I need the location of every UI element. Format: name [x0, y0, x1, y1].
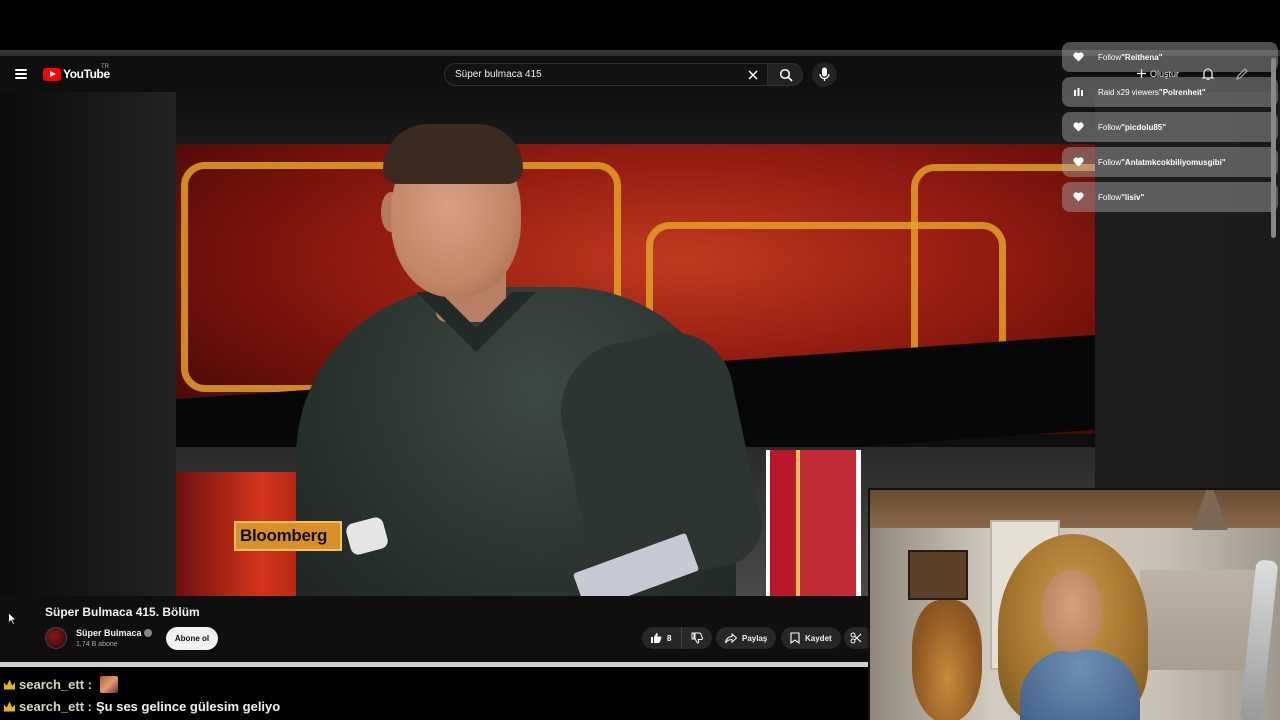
chat-emote-icon — [99, 676, 118, 693]
video-title: Süper Bulmaca 415. Bölüm — [45, 605, 200, 619]
heart-icon — [1073, 157, 1084, 169]
webcam-shelf — [1140, 570, 1260, 670]
alert-prefix: Follow — [1098, 52, 1122, 62]
streamer-face — [1042, 570, 1102, 652]
chat-message: search_ett : Şu ses gelince gülesim geli… — [4, 699, 280, 714]
thumbs-up-icon — [651, 633, 662, 643]
stream-alerts-panel: Follow "Reithena" Raid x29 viewers "Polr… — [1062, 42, 1278, 217]
alert-name: "Anlatmkcokbiliyomusgibi" — [1121, 157, 1226, 167]
alert-prefix: Follow — [1098, 122, 1122, 132]
studio-striped-panel — [766, 450, 861, 596]
microphone-icon — [819, 67, 830, 81]
alert-item: Raid x29 viewers "Polrenheit" — [1062, 77, 1278, 107]
save-label: Kaydet — [805, 633, 832, 643]
share-label: Paylaş — [742, 633, 768, 643]
bloomberg-logo: Bloomberg — [234, 521, 342, 551]
hamburger-menu-icon[interactable] — [15, 69, 27, 79]
video-meta: Süper Bulmaca 415. Bölüm Süper Bulmaca 1… — [0, 596, 874, 666]
webcam-guitar — [912, 600, 982, 720]
chat-username: search_ett : — [19, 699, 92, 714]
verified-check-icon — [144, 629, 152, 637]
crown-badge-icon — [4, 679, 15, 690]
alert-prefix: Follow — [1098, 192, 1122, 202]
page-scrollbar[interactable] — [1271, 58, 1276, 238]
search-button[interactable] — [767, 63, 803, 86]
like-button[interactable]: 8 — [642, 627, 682, 649]
chat-username: search_ett : — [19, 677, 92, 692]
search-input-value[interactable]: Süper bulmaca 415 — [455, 69, 542, 80]
raid-icon — [1073, 87, 1084, 99]
subscriber-count: 1,74 B abone — [76, 641, 118, 648]
subscribe-button[interactable]: Abone ol — [166, 627, 218, 650]
like-dislike-group: 8 — [642, 627, 712, 649]
chat-text: Şu ses gelince gülesim geliyo — [95, 699, 281, 714]
host-hair — [383, 124, 523, 184]
search-icon — [779, 68, 793, 82]
alert-item: Follow "lisiv" — [1062, 182, 1278, 212]
chat-message: search_ett : — [4, 676, 118, 693]
alert-prefix: Follow — [1098, 157, 1122, 167]
mouse-cursor-icon — [8, 611, 17, 630]
youtube-play-icon — [43, 67, 61, 81]
share-button[interactable]: Paylaş — [716, 627, 777, 649]
bookmark-icon — [790, 632, 800, 644]
youtube-logo[interactable]: YouTube — [43, 67, 110, 81]
alert-item: Follow "Anlatmkcokbiliyomusgibi" — [1062, 147, 1278, 177]
share-arrow-icon — [725, 632, 737, 643]
heart-icon — [1073, 122, 1084, 134]
alert-name: "Reithena" — [1121, 52, 1163, 62]
alert-name: "picdolu85" — [1121, 122, 1167, 132]
dislike-button[interactable] — [682, 627, 712, 649]
stream-screen: YouTube TR Süper bulmaca 415 Oluştur Blo… — [0, 0, 1280, 720]
crown-badge-icon — [4, 701, 15, 712]
alert-item: Follow "Reithena" — [1062, 42, 1278, 72]
thumbs-down-icon — [691, 632, 703, 644]
stream-chat: search_ett : search_ett : Şu ses gelince… — [0, 667, 868, 720]
clear-search-icon[interactable] — [745, 67, 761, 83]
channel-name[interactable]: Süper Bulmaca — [76, 628, 142, 638]
like-count: 8 — [667, 633, 672, 643]
alert-item: Follow "picdolu85" — [1062, 112, 1278, 142]
alert-prefix: Raid x29 viewers — [1098, 87, 1159, 97]
heart-icon — [1073, 192, 1084, 204]
heart-icon — [1073, 52, 1084, 64]
scissors-icon — [850, 632, 862, 644]
save-button[interactable]: Kaydet — [781, 627, 841, 649]
channel-avatar[interactable] — [45, 627, 67, 649]
webcam-amplifier — [908, 550, 968, 600]
alert-name: "Polrenheit" — [1158, 87, 1206, 97]
country-code: TR — [101, 64, 109, 70]
search-input[interactable]: Süper bulmaca 415 — [444, 63, 768, 86]
alert-name: "lisiv" — [1121, 192, 1145, 202]
streamer-webcam — [868, 488, 1280, 720]
studio-ceiling — [176, 92, 1095, 147]
voice-search-button[interactable] — [812, 62, 837, 87]
